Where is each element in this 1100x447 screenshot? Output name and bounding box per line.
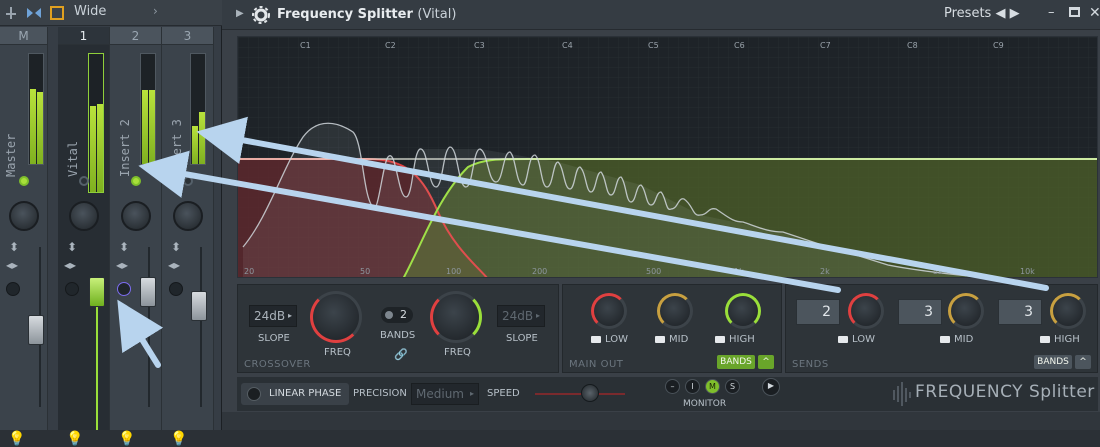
annotation-arrow <box>117 299 164 368</box>
annotation-arrow <box>196 116 1049 291</box>
bulb-icon[interactable]: 💡 <box>66 431 83 447</box>
annotation-overlay <box>117 116 1049 368</box>
bulb-icon[interactable]: 💡 <box>8 431 25 447</box>
bulb-icon[interactable]: 💡 <box>170 431 187 447</box>
bulb-icon[interactable]: 💡 <box>118 431 135 447</box>
